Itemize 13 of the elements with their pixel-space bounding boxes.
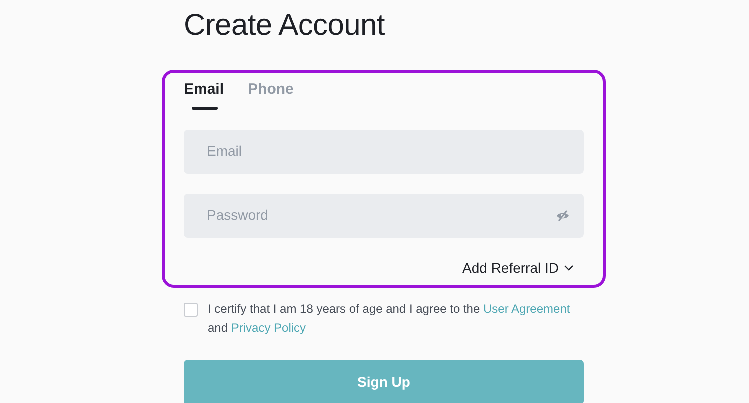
page-title: Create Account [184, 8, 386, 44]
email-field[interactable]: Email [184, 130, 584, 174]
eye-slash-icon[interactable] [556, 210, 570, 222]
tab[interactable]: Phone [248, 79, 294, 110]
agreement-link[interactable]: Privacy Policy [231, 320, 306, 334]
agreement-link[interactable]: User Agreement [484, 302, 570, 316]
password-input[interactable]: Password [205, 204, 556, 227]
checkbox[interactable] [184, 302, 198, 316]
email-input[interactable]: Email [205, 140, 570, 163]
password-field[interactable]: Password [184, 194, 584, 238]
referral-toggle[interactable]: Add Referral ID [462, 258, 574, 278]
agreement-text: I certify that I am 18 years of age and I agree to the User Agreement and Privacy Policy [208, 300, 572, 336]
tab[interactable]: Email [184, 79, 224, 110]
